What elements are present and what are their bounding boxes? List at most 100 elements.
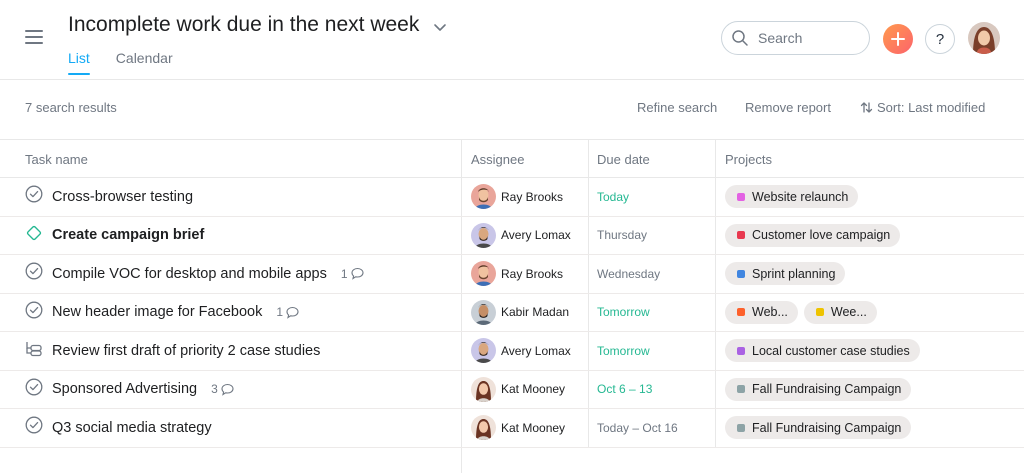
comment-bubble-icon bbox=[350, 268, 364, 280]
assignee-cell[interactable]: Kabir Madan bbox=[471, 294, 569, 332]
task-name[interactable]: Compile VOC for desktop and mobile apps bbox=[52, 266, 327, 282]
task-name[interactable]: New header image for Facebook bbox=[52, 304, 262, 320]
table-row[interactable]: Cross-browser testing Ray Brooks Today W… bbox=[0, 178, 1024, 217]
table-row[interactable]: Compile VOC for desktop and mobile apps … bbox=[0, 255, 1024, 294]
remove-report-button[interactable]: Remove report bbox=[745, 100, 831, 115]
projects-cell: Web... Wee... bbox=[725, 294, 877, 332]
avatar bbox=[471, 338, 496, 364]
due-date[interactable]: Wednesday bbox=[597, 255, 660, 293]
assignee-name: Kabir Madan bbox=[501, 305, 570, 320]
column-header-task[interactable]: Task name bbox=[25, 152, 88, 167]
refine-search-button[interactable]: Refine search bbox=[637, 100, 717, 115]
projects-cell: Customer love campaign bbox=[725, 217, 901, 255]
table-row[interactable]: Sponsored Advertising 3 Kat Mooney Oct 6… bbox=[0, 371, 1024, 409]
avatar bbox=[471, 376, 496, 402]
chevron-down-icon[interactable] bbox=[432, 19, 448, 35]
search-placeholder: Search bbox=[758, 30, 803, 46]
projects-cell: Website relaunch bbox=[725, 178, 859, 216]
sort-button[interactable]: Sort: Last modified bbox=[860, 100, 985, 115]
comment-count[interactable]: 1 bbox=[276, 305, 299, 319]
column-header-due[interactable]: Due date bbox=[597, 152, 650, 167]
assignee-cell[interactable]: Ray Brooks bbox=[471, 255, 563, 293]
comment-count-value: 3 bbox=[211, 382, 218, 397]
assignee-cell[interactable]: Avery Lomax bbox=[471, 332, 571, 370]
tab-calendar[interactable]: Calendar bbox=[116, 50, 173, 74]
page-title: Incomplete work due in the next week bbox=[68, 13, 420, 36]
assignee-name: Ray Brooks bbox=[501, 266, 564, 281]
task-cell: Sponsored Advertising 3 bbox=[25, 371, 234, 409]
menu-icon[interactable] bbox=[25, 30, 43, 44]
check-circle-icon[interactable] bbox=[25, 185, 43, 208]
assignee-name: Avery Lomax bbox=[501, 343, 571, 358]
table-header: Task name Assignee Due date Projects bbox=[0, 139, 1024, 178]
help-button[interactable]: ? bbox=[925, 24, 955, 54]
project-color-dot bbox=[737, 192, 745, 201]
project-color-dot bbox=[737, 269, 745, 278]
task-cell: Cross-browser testing bbox=[25, 178, 193, 216]
table-row[interactable]: Review first draft of priority 2 case st… bbox=[0, 332, 1024, 371]
check-circle-icon[interactable] bbox=[25, 301, 43, 324]
project-color-dot bbox=[737, 231, 745, 240]
project-label: Sprint planning bbox=[752, 266, 836, 281]
check-circle-icon[interactable] bbox=[25, 262, 43, 285]
project-pill[interactable]: Website relaunch bbox=[725, 185, 859, 209]
user-photo-icon bbox=[968, 22, 1000, 54]
due-date[interactable]: Tomorrow bbox=[597, 294, 650, 332]
project-label: Web... bbox=[752, 305, 788, 320]
tab-list[interactable]: List bbox=[68, 50, 90, 75]
table-row[interactable]: Create campaign brief Avery Lomax Thursd… bbox=[0, 217, 1024, 255]
search-input[interactable]: Search bbox=[721, 21, 870, 55]
table-row[interactable]: Q3 social media strategy Kat Mooney Toda… bbox=[0, 409, 1024, 448]
project-pill[interactable]: Local customer case studies bbox=[725, 339, 920, 363]
project-color-dot bbox=[737, 423, 745, 432]
table-row[interactable]: New header image for Facebook 1 Kabir Ma… bbox=[0, 294, 1024, 332]
due-date[interactable]: Oct 6 – 13 bbox=[597, 371, 652, 409]
sort-label: Sort: Last modified bbox=[877, 100, 986, 115]
comment-bubble-icon bbox=[221, 383, 234, 396]
assignee-cell[interactable]: Avery Lomax bbox=[471, 217, 571, 255]
subtask-icon[interactable] bbox=[25, 339, 43, 362]
column-header-assignee[interactable]: Assignee bbox=[471, 152, 524, 167]
quick-add-button[interactable] bbox=[883, 24, 913, 54]
project-label: Local customer case studies bbox=[752, 343, 910, 358]
project-pill[interactable]: Customer love campaign bbox=[725, 223, 901, 247]
project-label: Fall Fundraising Campaign bbox=[752, 382, 902, 397]
due-date[interactable]: Tomorrow bbox=[597, 332, 650, 370]
project-pill[interactable]: Fall Fundraising Campaign bbox=[725, 416, 912, 440]
task-name[interactable]: Q3 social media strategy bbox=[52, 420, 212, 436]
comment-count[interactable]: 1 bbox=[341, 267, 364, 281]
project-label: Website relaunch bbox=[752, 189, 849, 204]
assignee-cell[interactable]: Kat Mooney bbox=[471, 409, 565, 447]
user-avatar[interactable] bbox=[968, 22, 1000, 54]
project-label: Fall Fundraising Campaign bbox=[752, 420, 902, 435]
comment-count[interactable]: 3 bbox=[211, 382, 234, 396]
assignee-cell[interactable]: Ray Brooks bbox=[471, 178, 563, 216]
project-color-dot bbox=[737, 346, 745, 355]
due-date[interactable]: Today bbox=[597, 178, 629, 216]
comment-bubble-icon bbox=[286, 306, 299, 319]
comment-count-value: 1 bbox=[276, 305, 284, 320]
due-date[interactable]: Thursday bbox=[597, 217, 647, 255]
project-pill[interactable]: Sprint planning bbox=[725, 262, 846, 286]
assignee-cell[interactable]: Kat Mooney bbox=[471, 371, 565, 409]
avatar bbox=[471, 299, 496, 325]
task-cell: Compile VOC for desktop and mobile apps … bbox=[25, 255, 364, 293]
task-cell: Review first draft of priority 2 case st… bbox=[25, 332, 320, 370]
task-name[interactable]: Cross-browser testing bbox=[52, 189, 193, 205]
project-pill[interactable]: Wee... bbox=[803, 300, 877, 324]
due-date[interactable]: Today – Oct 16 bbox=[597, 409, 678, 447]
check-circle-icon[interactable] bbox=[25, 378, 43, 401]
task-name[interactable]: Create campaign brief bbox=[52, 227, 204, 243]
results-count: 7 search results bbox=[25, 100, 117, 115]
task-name[interactable]: Sponsored Advertising bbox=[52, 381, 197, 397]
task-name[interactable]: Review first draft of priority 2 case st… bbox=[52, 343, 320, 359]
project-pill[interactable]: Fall Fundraising Campaign bbox=[725, 377, 912, 401]
avatar bbox=[471, 415, 496, 441]
project-pill[interactable]: Web... bbox=[725, 300, 798, 324]
avatar bbox=[471, 184, 496, 210]
check-circle-icon[interactable] bbox=[25, 416, 43, 439]
project-color-dot bbox=[815, 308, 824, 317]
projects-cell: Local customer case studies bbox=[725, 332, 920, 370]
column-header-projects[interactable]: Projects bbox=[725, 152, 772, 167]
milestone-diamond-icon[interactable] bbox=[25, 224, 43, 247]
